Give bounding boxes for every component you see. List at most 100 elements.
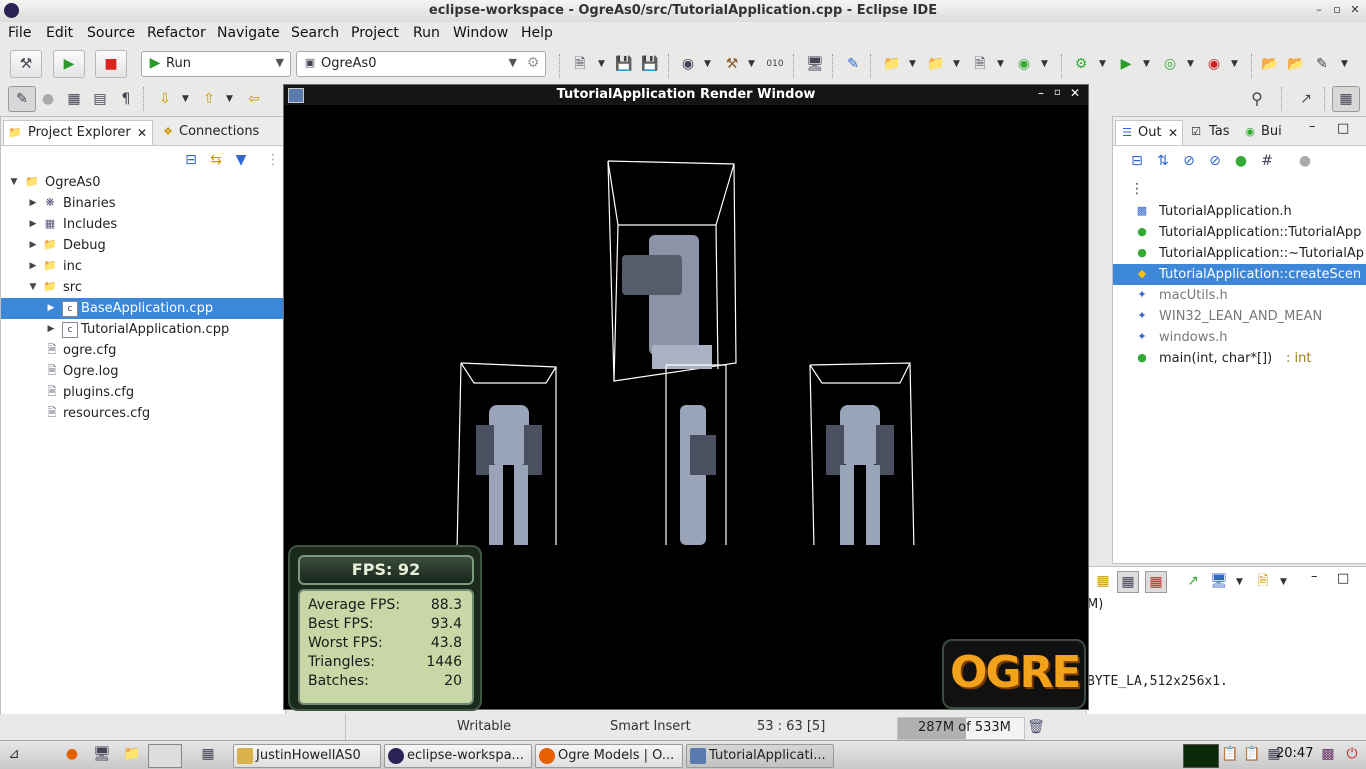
chevron-right-icon[interactable]: ▶	[28, 193, 38, 214]
collapse-all-icon[interactable]: ⊟	[1127, 151, 1147, 171]
chevron-down-icon[interactable]: ▼	[704, 59, 711, 69]
next-annotation-down-icon[interactable]: ⇩	[155, 89, 175, 109]
tree-item-ogreas0[interactable]: ▼ 📁 OgreAs0	[1, 172, 283, 193]
highlight-toggle[interactable]: ✎	[8, 86, 36, 112]
outline-item[interactable]: ● TutorialApplication::TutorialApp	[1113, 222, 1366, 243]
target-icon[interactable]: ◉	[678, 54, 698, 74]
minimize-button[interactable]: –	[1038, 86, 1044, 100]
tree-item-plugins-cfg[interactable]: 🗎 plugins.cfg	[1, 382, 283, 403]
open-folder-icon[interactable]: 📂	[1286, 54, 1306, 74]
close-icon[interactable]: ✕	[137, 121, 147, 145]
debug-icon[interactable]: ⚙	[1071, 54, 1091, 74]
minimize-view-icon[interactable]: –	[1311, 569, 1318, 584]
chevron-down-icon[interactable]: ▼	[997, 59, 1004, 69]
tab-outline[interactable]: ☰ Out ✕	[1115, 120, 1183, 145]
sort-icon[interactable]: ⇅	[1153, 151, 1173, 171]
chevron-down-icon[interactable]: ▼	[1231, 59, 1238, 69]
block-select-icon[interactable]: ▤	[90, 89, 110, 109]
taskbar-task[interactable]: JustinHowellAS0	[233, 744, 381, 768]
chevron-right-icon[interactable]: ▶	[28, 256, 38, 277]
menu-file[interactable]: File	[8, 25, 31, 41]
minimize-button[interactable]: –	[1312, 3, 1326, 17]
tree-item-ogre-log[interactable]: 🗎 Ogre.log	[1, 361, 283, 382]
terminal-icon[interactable]: 🖥	[805, 54, 825, 74]
chevron-right-icon[interactable]: ▶	[46, 298, 56, 319]
menu-window[interactable]: Window	[453, 25, 508, 41]
chevron-down-icon[interactable]: ▼	[1143, 59, 1150, 69]
menu-navigate[interactable]: Navigate	[217, 25, 280, 41]
maximize-view-icon[interactable]: □	[1337, 571, 1349, 586]
pilcrow-icon[interactable]: ¶	[116, 89, 136, 109]
open-perspective-icon[interactable]: ↗	[1296, 89, 1316, 109]
tab-tasks[interactable]: ☑ Tas	[1185, 120, 1239, 144]
binary-icon[interactable]: 010	[765, 54, 785, 74]
chevron-right-icon[interactable]: ▶	[46, 319, 56, 340]
pin-console-icon[interactable]: ▦	[1093, 571, 1113, 591]
clipboard-icon[interactable]: 📋	[1242, 744, 1262, 764]
firefox-icon[interactable]: ●	[62, 744, 82, 764]
chevron-down-icon[interactable]: ▼	[1341, 59, 1348, 69]
menu-help[interactable]: Help	[521, 25, 553, 41]
launch-mode-select[interactable]: ▶ Run ▼	[141, 51, 291, 77]
view-menu-icon[interactable]: ⋮	[263, 150, 283, 170]
show-desktop-button[interactable]	[148, 744, 182, 768]
edit-pen-icon[interactable]: ✎	[1312, 54, 1332, 74]
outline-item[interactable]: ▩ TutorialApplication.h	[1113, 201, 1366, 222]
outline-item[interactable]: ● TutorialApplication::~TutorialAp	[1113, 243, 1366, 264]
menu-refactor[interactable]: Refactor	[147, 25, 206, 41]
chevron-down-icon[interactable]: ▼	[1280, 577, 1287, 587]
menu-run[interactable]: Run	[413, 25, 440, 41]
render-window[interactable]: TutorialApplication Render Window – ▫ ✕	[283, 84, 1089, 711]
chevron-down-icon[interactable]: ▼	[28, 277, 38, 298]
menu-search[interactable]: Search	[291, 25, 339, 41]
tree-item-debug[interactable]: ▶ 📁 Debug	[1, 235, 283, 256]
workspace-icon[interactable]: ▦	[198, 744, 218, 764]
taskbar-task[interactable]: Ogre Models | O...	[535, 744, 683, 768]
filter-icon[interactable]: ▼	[231, 150, 251, 170]
start-menu-icon[interactable]: ⊿	[4, 744, 24, 764]
toggle-mark-icon[interactable]: ●	[38, 89, 58, 109]
trash-icon[interactable]: 🗑	[1026, 717, 1046, 737]
clipboard-icon[interactable]: 📋	[1220, 744, 1240, 764]
chevron-down-icon[interactable]: ▼	[598, 59, 605, 69]
tab-project-explorer[interactable]: 📁 Project Explorer ✕	[3, 120, 153, 145]
outline-item[interactable]: ✦ windows.h	[1113, 327, 1366, 348]
chevron-down-icon[interactable]: ▼	[182, 94, 189, 104]
menu-project[interactable]: Project	[351, 25, 399, 41]
open-type-icon[interactable]: 📂	[1260, 54, 1280, 74]
console-view-icon[interactable]: 🖥	[1209, 571, 1229, 591]
group-includes-icon[interactable]: ●	[1295, 151, 1315, 171]
tree-item-src[interactable]: ▼ 📁 src	[1, 277, 283, 298]
taskbar-task[interactable]: TutorialApplicati...	[686, 744, 834, 768]
outline-item[interactable]: ● main(int, char*[]) : int	[1113, 348, 1366, 369]
tab-build-targets[interactable]: ◉ Bui	[1241, 120, 1295, 144]
power-icon[interactable]: ⏻	[1342, 744, 1362, 764]
tree-item-binaries[interactable]: ▶ ❋ Binaries	[1, 193, 283, 214]
pin-icon[interactable]: ✎	[843, 54, 863, 74]
chevron-right-icon[interactable]: ▶	[28, 235, 38, 256]
back-icon[interactable]: ⇦	[244, 89, 264, 109]
collapse-all-icon[interactable]: ⊟	[181, 150, 201, 170]
new-console-icon[interactable]: 🗎	[1253, 571, 1273, 591]
build-button[interactable]: ⚒	[10, 50, 42, 78]
next-annotation-icon[interactable]: ▦	[64, 89, 84, 109]
new-folder-icon[interactable]: 📁	[926, 54, 946, 74]
clear-console-icon[interactable]: ▦	[1145, 571, 1167, 593]
heap-status[interactable]: 287M of 533M	[897, 717, 1025, 740]
maximize-button[interactable]: ▫	[1054, 87, 1061, 98]
tree-item-tutorialapplication-cpp[interactable]: ▶ c TutorialApplication.cpp	[1, 319, 283, 340]
minimize-view-icon[interactable]: –	[1309, 119, 1316, 134]
launch-button[interactable]: ▶	[53, 50, 85, 78]
external-tools-icon[interactable]: ◉	[1204, 54, 1224, 74]
open-console-icon[interactable]: ↗	[1183, 571, 1203, 591]
build-hammer-icon[interactable]: ⚒	[722, 54, 742, 74]
chevron-down-icon[interactable]: ▼	[1236, 577, 1243, 587]
file-manager-icon[interactable]: 📁	[122, 744, 142, 764]
tree-item-baseapplication-cpp[interactable]: ▶ c BaseApplication.cpp	[1, 298, 283, 319]
screen-lock-icon[interactable]: ▩	[1318, 744, 1338, 764]
stop-button[interactable]: ■	[95, 50, 127, 78]
chevron-down-icon[interactable]: ▼	[953, 59, 960, 69]
coverage-icon[interactable]: ◎	[1160, 54, 1180, 74]
close-icon[interactable]: ✕	[1168, 121, 1178, 145]
outline-item[interactable]: ✦ macUtils.h	[1113, 285, 1366, 306]
